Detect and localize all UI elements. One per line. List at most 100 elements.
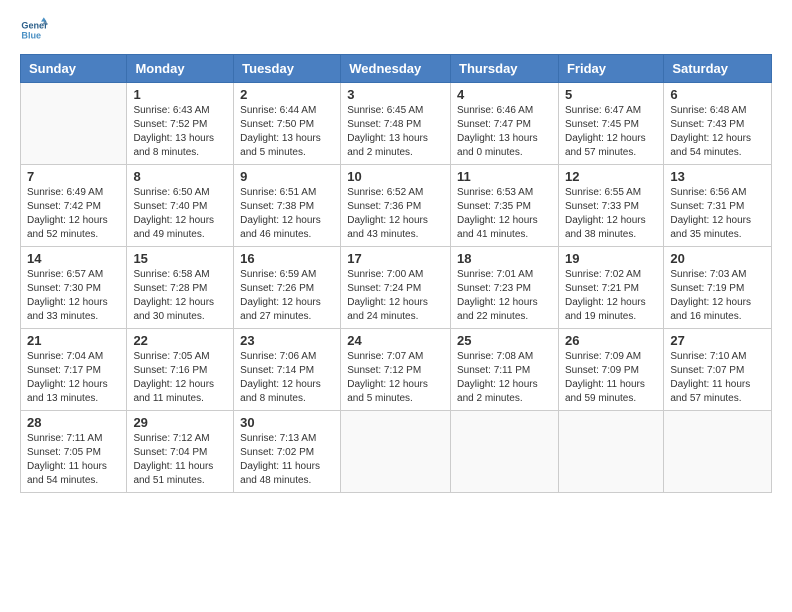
day-info: Sunrise: 6:51 AMSunset: 7:38 PMDaylight:… [240, 186, 334, 242]
calendar-week-3: 14 Sunrise: 6:57 AMSunset: 7:30 PMDayligh… [21, 247, 772, 329]
calendar-cell [341, 411, 451, 493]
calendar-cell: 16 Sunrise: 6:59 AMSunset: 7:26 PMDayligh… [234, 247, 341, 329]
svg-text:Blue: Blue [21, 30, 41, 40]
day-info: Sunrise: 7:09 AMSunset: 7:09 PMDaylight:… [565, 350, 657, 406]
day-info: Sunrise: 7:06 AMSunset: 7:14 PMDaylight:… [240, 350, 334, 406]
day-number: 25 [457, 333, 552, 348]
day-info: Sunrise: 6:45 AMSunset: 7:48 PMDaylight:… [347, 104, 444, 160]
calendar-cell: 19 Sunrise: 7:02 AMSunset: 7:21 PMDayligh… [558, 247, 663, 329]
day-number: 21 [27, 333, 120, 348]
calendar-table: SundayMondayTuesdayWednesdayThursdayFrid… [20, 54, 772, 493]
calendar-cell: 1 Sunrise: 6:43 AMSunset: 7:52 PMDaylight… [127, 83, 234, 165]
day-number: 6 [670, 87, 765, 102]
weekday-header-wednesday: Wednesday [341, 55, 451, 83]
day-number: 20 [670, 251, 765, 266]
logo-icon: General Blue [20, 16, 48, 44]
calendar-cell: 4 Sunrise: 6:46 AMSunset: 7:47 PMDaylight… [451, 83, 559, 165]
day-number: 3 [347, 87, 444, 102]
day-info: Sunrise: 6:47 AMSunset: 7:45 PMDaylight:… [565, 104, 657, 160]
calendar-cell: 2 Sunrise: 6:44 AMSunset: 7:50 PMDaylight… [234, 83, 341, 165]
day-info: Sunrise: 7:12 AMSunset: 7:04 PMDaylight:… [133, 432, 227, 488]
calendar-cell: 18 Sunrise: 7:01 AMSunset: 7:23 PMDayligh… [451, 247, 559, 329]
day-number: 16 [240, 251, 334, 266]
calendar-cell: 17Sunrise: 7:00 AMSunset: 7:24 PMDayligh… [341, 247, 451, 329]
calendar-cell: 24 Sunrise: 7:07 AMSunset: 7:12 PMDayligh… [341, 329, 451, 411]
day-number: 23 [240, 333, 334, 348]
calendar-week-1: 1 Sunrise: 6:43 AMSunset: 7:52 PMDaylight… [21, 83, 772, 165]
calendar-cell: 7 Sunrise: 6:49 AMSunset: 7:42 PMDaylight… [21, 165, 127, 247]
day-number: 18 [457, 251, 552, 266]
day-info: Sunrise: 7:11 AMSunset: 7:05 PMDaylight:… [27, 432, 120, 488]
day-info: Sunrise: 6:44 AMSunset: 7:50 PMDaylight:… [240, 104, 334, 160]
calendar-week-2: 7 Sunrise: 6:49 AMSunset: 7:42 PMDaylight… [21, 165, 772, 247]
day-info: Sunrise: 7:01 AMSunset: 7:23 PMDaylight:… [457, 268, 552, 324]
calendar-cell: 9 Sunrise: 6:51 AMSunset: 7:38 PMDaylight… [234, 165, 341, 247]
logo: General Blue [20, 16, 48, 44]
day-info: Sunrise: 7:02 AMSunset: 7:21 PMDaylight:… [565, 268, 657, 324]
day-info: Sunrise: 6:43 AMSunset: 7:52 PMDaylight:… [133, 104, 227, 160]
calendar-cell: 10 Sunrise: 6:52 AMSunset: 7:36 PMDayligh… [341, 165, 451, 247]
day-info: Sunrise: 6:55 AMSunset: 7:33 PMDaylight:… [565, 186, 657, 242]
calendar-cell: 26 Sunrise: 7:09 AMSunset: 7:09 PMDayligh… [558, 329, 663, 411]
weekday-header-friday: Friday [558, 55, 663, 83]
day-info: Sunrise: 7:04 AMSunset: 7:17 PMDaylight:… [27, 350, 120, 406]
calendar-cell [664, 411, 772, 493]
calendar-cell: 29Sunrise: 7:12 AMSunset: 7:04 PMDayligh… [127, 411, 234, 493]
day-info: Sunrise: 6:46 AMSunset: 7:47 PMDaylight:… [457, 104, 552, 160]
day-info: Sunrise: 6:58 AMSunset: 7:28 PMDaylight:… [133, 268, 227, 324]
calendar-cell [451, 411, 559, 493]
day-number: 8 [133, 169, 227, 184]
day-number: 15 [133, 251, 227, 266]
calendar-cell: 13 Sunrise: 6:56 AMSunset: 7:31 PMDayligh… [664, 165, 772, 247]
day-info: Sunrise: 6:56 AMSunset: 7:31 PMDaylight:… [670, 186, 765, 242]
calendar-cell: 3 Sunrise: 6:45 AMSunset: 7:48 PMDaylight… [341, 83, 451, 165]
calendar-cell: 25 Sunrise: 7:08 AMSunset: 7:11 PMDayligh… [451, 329, 559, 411]
day-number: 11 [457, 169, 552, 184]
day-info: Sunrise: 6:48 AMSunset: 7:43 PMDaylight:… [670, 104, 765, 160]
page-header: General Blue [20, 16, 772, 44]
calendar-cell: 22Sunrise: 7:05 AMSunset: 7:16 PMDayligh… [127, 329, 234, 411]
day-number: 12 [565, 169, 657, 184]
day-number: 13 [670, 169, 765, 184]
day-number: 24 [347, 333, 444, 348]
day-number: 2 [240, 87, 334, 102]
calendar-cell: 15 Sunrise: 6:58 AMSunset: 7:28 PMDayligh… [127, 247, 234, 329]
day-number: 30 [240, 415, 334, 430]
calendar-cell: 5Sunrise: 6:47 AMSunset: 7:45 PMDaylight… [558, 83, 663, 165]
day-number: 7 [27, 169, 120, 184]
day-number: 26 [565, 333, 657, 348]
calendar-cell [558, 411, 663, 493]
weekday-header-saturday: Saturday [664, 55, 772, 83]
day-info: Sunrise: 6:49 AMSunset: 7:42 PMDaylight:… [27, 186, 120, 242]
calendar-cell: 8Sunrise: 6:50 AMSunset: 7:40 PMDaylight… [127, 165, 234, 247]
day-info: Sunrise: 6:53 AMSunset: 7:35 PMDaylight:… [457, 186, 552, 242]
calendar-cell: 6 Sunrise: 6:48 AMSunset: 7:43 PMDaylight… [664, 83, 772, 165]
day-number: 4 [457, 87, 552, 102]
calendar-cell: 20 Sunrise: 7:03 AMSunset: 7:19 PMDayligh… [664, 247, 772, 329]
calendar-cell: 14 Sunrise: 6:57 AMSunset: 7:30 PMDayligh… [21, 247, 127, 329]
day-info: Sunrise: 7:07 AMSunset: 7:12 PMDaylight:… [347, 350, 444, 406]
calendar-cell [21, 83, 127, 165]
day-number: 9 [240, 169, 334, 184]
day-info: Sunrise: 6:57 AMSunset: 7:30 PMDaylight:… [27, 268, 120, 324]
day-info: Sunrise: 6:52 AMSunset: 7:36 PMDaylight:… [347, 186, 444, 242]
weekday-header-monday: Monday [127, 55, 234, 83]
day-number: 28 [27, 415, 120, 430]
calendar-body: 1 Sunrise: 6:43 AMSunset: 7:52 PMDaylight… [21, 83, 772, 493]
day-number: 22 [133, 333, 227, 348]
calendar-cell: 27Sunrise: 7:10 AMSunset: 7:07 PMDayligh… [664, 329, 772, 411]
day-number: 17 [347, 251, 444, 266]
day-info: Sunrise: 7:03 AMSunset: 7:19 PMDaylight:… [670, 268, 765, 324]
day-info: Sunrise: 7:08 AMSunset: 7:11 PMDaylight:… [457, 350, 552, 406]
weekday-header-sunday: Sunday [21, 55, 127, 83]
day-number: 27 [670, 333, 765, 348]
day-number: 19 [565, 251, 657, 266]
calendar-header-row: SundayMondayTuesdayWednesdayThursdayFrid… [21, 55, 772, 83]
day-number: 1 [133, 87, 227, 102]
calendar-week-4: 21 Sunrise: 7:04 AMSunset: 7:17 PMDayligh… [21, 329, 772, 411]
day-number: 10 [347, 169, 444, 184]
day-number: 14 [27, 251, 120, 266]
day-info: Sunrise: 6:59 AMSunset: 7:26 PMDaylight:… [240, 268, 334, 324]
weekday-header-thursday: Thursday [451, 55, 559, 83]
calendar-cell: 12 Sunrise: 6:55 AMSunset: 7:33 PMDayligh… [558, 165, 663, 247]
